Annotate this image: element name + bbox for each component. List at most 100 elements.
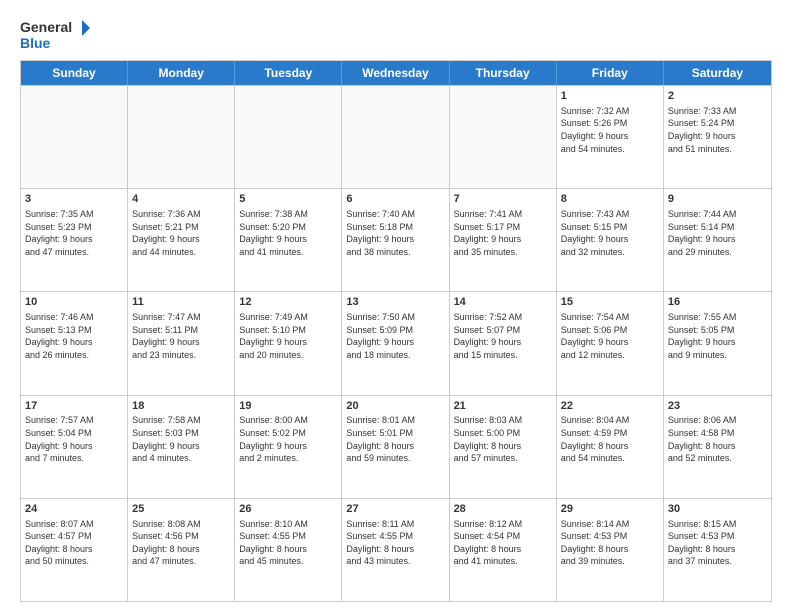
calendar-cell-27: 27Sunrise: 8:11 AM Sunset: 4:55 PM Dayli… <box>342 499 449 601</box>
calendar-cell-29: 29Sunrise: 8:14 AM Sunset: 4:53 PM Dayli… <box>557 499 664 601</box>
calendar-header-saturday: Saturday <box>664 61 771 85</box>
day-info: Sunrise: 7:47 AM Sunset: 5:11 PM Dayligh… <box>132 311 230 361</box>
calendar: SundayMondayTuesdayWednesdayThursdayFrid… <box>20 60 772 602</box>
day-info: Sunrise: 7:57 AM Sunset: 5:04 PM Dayligh… <box>25 414 123 464</box>
day-number: 12 <box>239 295 337 310</box>
calendar-cell-3: 3Sunrise: 7:35 AM Sunset: 5:23 PM Daylig… <box>21 189 128 291</box>
calendar-header-monday: Monday <box>128 61 235 85</box>
day-number: 26 <box>239 502 337 517</box>
calendar-body: 1Sunrise: 7:32 AM Sunset: 5:26 PM Daylig… <box>21 85 771 601</box>
page: General Blue SundayMondayTuesdayWednesda… <box>0 0 792 612</box>
header: General Blue <box>20 16 772 52</box>
day-number: 17 <box>25 399 123 414</box>
calendar-cell-30: 30Sunrise: 8:15 AM Sunset: 4:53 PM Dayli… <box>664 499 771 601</box>
calendar-cell-2: 2Sunrise: 7:33 AM Sunset: 5:24 PM Daylig… <box>664 86 771 188</box>
day-number: 3 <box>25 192 123 207</box>
day-info: Sunrise: 8:10 AM Sunset: 4:55 PM Dayligh… <box>239 518 337 568</box>
calendar-row-1: 3Sunrise: 7:35 AM Sunset: 5:23 PM Daylig… <box>21 188 771 291</box>
day-number: 5 <box>239 192 337 207</box>
calendar-header-wednesday: Wednesday <box>342 61 449 85</box>
day-info: Sunrise: 8:12 AM Sunset: 4:54 PM Dayligh… <box>454 518 552 568</box>
day-info: Sunrise: 8:06 AM Sunset: 4:58 PM Dayligh… <box>668 414 767 464</box>
day-info: Sunrise: 7:58 AM Sunset: 5:03 PM Dayligh… <box>132 414 230 464</box>
day-info: Sunrise: 8:14 AM Sunset: 4:53 PM Dayligh… <box>561 518 659 568</box>
day-info: Sunrise: 7:54 AM Sunset: 5:06 PM Dayligh… <box>561 311 659 361</box>
day-info: Sunrise: 8:15 AM Sunset: 4:53 PM Dayligh… <box>668 518 767 568</box>
logo-svg: General Blue <box>20 16 90 52</box>
calendar-cell-5: 5Sunrise: 7:38 AM Sunset: 5:20 PM Daylig… <box>235 189 342 291</box>
day-number: 15 <box>561 295 659 310</box>
day-number: 20 <box>346 399 444 414</box>
calendar-cell-12: 12Sunrise: 7:49 AM Sunset: 5:10 PM Dayli… <box>235 292 342 394</box>
calendar-cell-empty-0-1 <box>128 86 235 188</box>
calendar-cell-8: 8Sunrise: 7:43 AM Sunset: 5:15 PM Daylig… <box>557 189 664 291</box>
calendar-cell-6: 6Sunrise: 7:40 AM Sunset: 5:18 PM Daylig… <box>342 189 449 291</box>
day-info: Sunrise: 7:43 AM Sunset: 5:15 PM Dayligh… <box>561 208 659 258</box>
calendar-cell-empty-0-3 <box>342 86 449 188</box>
day-number: 10 <box>25 295 123 310</box>
calendar-header-tuesday: Tuesday <box>235 61 342 85</box>
calendar-cell-1: 1Sunrise: 7:32 AM Sunset: 5:26 PM Daylig… <box>557 86 664 188</box>
day-number: 16 <box>668 295 767 310</box>
day-number: 23 <box>668 399 767 414</box>
day-info: Sunrise: 7:55 AM Sunset: 5:05 PM Dayligh… <box>668 311 767 361</box>
day-info: Sunrise: 7:44 AM Sunset: 5:14 PM Dayligh… <box>668 208 767 258</box>
day-info: Sunrise: 7:35 AM Sunset: 5:23 PM Dayligh… <box>25 208 123 258</box>
day-number: 22 <box>561 399 659 414</box>
calendar-cell-17: 17Sunrise: 7:57 AM Sunset: 5:04 PM Dayli… <box>21 396 128 498</box>
calendar-row-2: 10Sunrise: 7:46 AM Sunset: 5:13 PM Dayli… <box>21 291 771 394</box>
day-number: 14 <box>454 295 552 310</box>
calendar-cell-26: 26Sunrise: 8:10 AM Sunset: 4:55 PM Dayli… <box>235 499 342 601</box>
day-info: Sunrise: 8:01 AM Sunset: 5:01 PM Dayligh… <box>346 414 444 464</box>
calendar-cell-24: 24Sunrise: 8:07 AM Sunset: 4:57 PM Dayli… <box>21 499 128 601</box>
day-number: 29 <box>561 502 659 517</box>
calendar-cell-25: 25Sunrise: 8:08 AM Sunset: 4:56 PM Dayli… <box>128 499 235 601</box>
calendar-cell-7: 7Sunrise: 7:41 AM Sunset: 5:17 PM Daylig… <box>450 189 557 291</box>
day-info: Sunrise: 7:50 AM Sunset: 5:09 PM Dayligh… <box>346 311 444 361</box>
calendar-cell-18: 18Sunrise: 7:58 AM Sunset: 5:03 PM Dayli… <box>128 396 235 498</box>
day-info: Sunrise: 7:41 AM Sunset: 5:17 PM Dayligh… <box>454 208 552 258</box>
day-info: Sunrise: 7:36 AM Sunset: 5:21 PM Dayligh… <box>132 208 230 258</box>
day-info: Sunrise: 8:00 AM Sunset: 5:02 PM Dayligh… <box>239 414 337 464</box>
calendar-cell-15: 15Sunrise: 7:54 AM Sunset: 5:06 PM Dayli… <box>557 292 664 394</box>
calendar-cell-21: 21Sunrise: 8:03 AM Sunset: 5:00 PM Dayli… <box>450 396 557 498</box>
calendar-row-3: 17Sunrise: 7:57 AM Sunset: 5:04 PM Dayli… <box>21 395 771 498</box>
calendar-cell-23: 23Sunrise: 8:06 AM Sunset: 4:58 PM Dayli… <box>664 396 771 498</box>
calendar-header-sunday: Sunday <box>21 61 128 85</box>
day-info: Sunrise: 7:52 AM Sunset: 5:07 PM Dayligh… <box>454 311 552 361</box>
day-number: 2 <box>668 89 767 104</box>
day-info: Sunrise: 7:33 AM Sunset: 5:24 PM Dayligh… <box>668 105 767 155</box>
calendar-cell-20: 20Sunrise: 8:01 AM Sunset: 5:01 PM Dayli… <box>342 396 449 498</box>
calendar-cell-14: 14Sunrise: 7:52 AM Sunset: 5:07 PM Dayli… <box>450 292 557 394</box>
calendar-cell-9: 9Sunrise: 7:44 AM Sunset: 5:14 PM Daylig… <box>664 189 771 291</box>
day-number: 8 <box>561 192 659 207</box>
day-number: 19 <box>239 399 337 414</box>
day-info: Sunrise: 8:08 AM Sunset: 4:56 PM Dayligh… <box>132 518 230 568</box>
calendar-cell-empty-0-0 <box>21 86 128 188</box>
day-number: 21 <box>454 399 552 414</box>
calendar-cell-4: 4Sunrise: 7:36 AM Sunset: 5:21 PM Daylig… <box>128 189 235 291</box>
day-number: 18 <box>132 399 230 414</box>
day-info: Sunrise: 7:49 AM Sunset: 5:10 PM Dayligh… <box>239 311 337 361</box>
calendar-row-4: 24Sunrise: 8:07 AM Sunset: 4:57 PM Dayli… <box>21 498 771 601</box>
day-number: 7 <box>454 192 552 207</box>
day-info: Sunrise: 8:03 AM Sunset: 5:00 PM Dayligh… <box>454 414 552 464</box>
calendar-cell-10: 10Sunrise: 7:46 AM Sunset: 5:13 PM Dayli… <box>21 292 128 394</box>
day-number: 6 <box>346 192 444 207</box>
calendar-cell-28: 28Sunrise: 8:12 AM Sunset: 4:54 PM Dayli… <box>450 499 557 601</box>
calendar-header-thursday: Thursday <box>450 61 557 85</box>
calendar-cell-22: 22Sunrise: 8:04 AM Sunset: 4:59 PM Dayli… <box>557 396 664 498</box>
day-number: 28 <box>454 502 552 517</box>
day-info: Sunrise: 8:07 AM Sunset: 4:57 PM Dayligh… <box>25 518 123 568</box>
day-number: 9 <box>668 192 767 207</box>
calendar-header-friday: Friday <box>557 61 664 85</box>
calendar-cell-empty-0-2 <box>235 86 342 188</box>
calendar-cell-13: 13Sunrise: 7:50 AM Sunset: 5:09 PM Dayli… <box>342 292 449 394</box>
day-info: Sunrise: 8:04 AM Sunset: 4:59 PM Dayligh… <box>561 414 659 464</box>
day-info: Sunrise: 7:40 AM Sunset: 5:18 PM Dayligh… <box>346 208 444 258</box>
calendar-cell-19: 19Sunrise: 8:00 AM Sunset: 5:02 PM Dayli… <box>235 396 342 498</box>
calendar-cell-empty-0-4 <box>450 86 557 188</box>
day-number: 4 <box>132 192 230 207</box>
day-info: Sunrise: 7:32 AM Sunset: 5:26 PM Dayligh… <box>561 105 659 155</box>
logo: General Blue <box>20 16 90 52</box>
